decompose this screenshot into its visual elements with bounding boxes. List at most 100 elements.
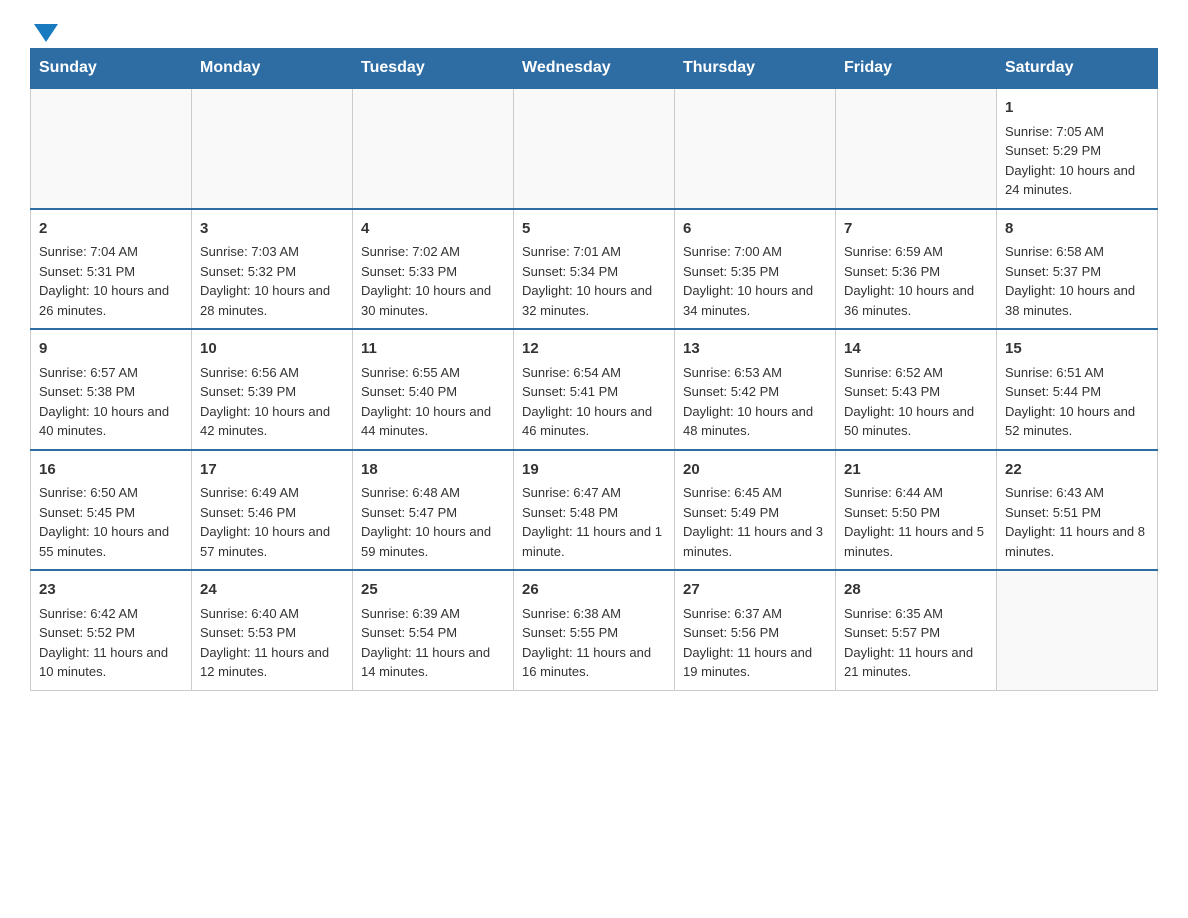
calendar-cell: 18Sunrise: 6:48 AMSunset: 5:47 PMDayligh…: [353, 450, 514, 571]
sunset-text: Sunset: 5:42 PM: [683, 384, 779, 399]
daylight-text: Daylight: 10 hours and 24 minutes.: [1005, 163, 1135, 198]
day-number: 23: [39, 579, 183, 602]
sunrise-text: Sunrise: 6:59 AM: [844, 244, 943, 259]
logo: [30, 20, 58, 38]
sunrise-text: Sunrise: 6:50 AM: [39, 485, 138, 500]
calendar-cell: 19 Sunrise: 6:47 AM Sunset: 5:48 PM Dayligh…: [514, 450, 675, 571]
sunrise-text: Sunrise: 6:48 AM: [361, 485, 460, 500]
sunrise-text: Sunrise: 6:42 AM: [39, 606, 138, 621]
sunset-text: Sunset: 5:44 PM: [1005, 384, 1101, 399]
calendar-cell: 5Sunrise: 7:01 AMSunset: 5:34 PMDaylight…: [514, 209, 675, 330]
calendar-week-2: 2Sunrise: 7:04 AMSunset: 5:31 PMDaylight…: [31, 209, 1158, 330]
day-number: 13: [683, 338, 827, 361]
sunset-text: Sunset: 5:43 PM: [844, 384, 940, 399]
sunset-text: Sunset: 5:54 PM: [361, 625, 457, 640]
sunrise-text: Sunrise: 7:01 AM: [522, 244, 621, 259]
calendar-cell: 2Sunrise: 7:04 AMSunset: 5:31 PMDaylight…: [31, 209, 192, 330]
daylight-text: Daylight: 10 hours and 44 minutes.: [361, 404, 491, 439]
daylight-text: Daylight: 11 hours and 19 minutes.: [683, 645, 812, 680]
calendar-cell: 26 Sunrise: 6:38 AM Sunset: 5:55 PM Dayligh…: [514, 570, 675, 690]
day-number: 24: [200, 579, 344, 602]
sunset-text: Sunset: 5:52 PM: [39, 625, 135, 640]
calendar-body: 1Sunrise: 7:05 AMSunset: 5:29 PMDaylight…: [31, 88, 1158, 690]
sunset-text: Sunset: 5:29 PM: [1005, 143, 1101, 158]
sunrise-text: Sunrise: 6:57 AM: [39, 365, 138, 380]
day-number: 8: [1005, 218, 1149, 241]
calendar-cell: 27Sunrise: 6:37 AMSunset: 5:56 PMDayligh…: [675, 570, 836, 690]
calendar-cell: 3Sunrise: 7:03 AMSunset: 5:32 PMDaylight…: [192, 209, 353, 330]
sunset-text: Sunset: 5:41 PM: [522, 384, 618, 399]
daylight-text: Daylight: 11 hours and 10 minutes.: [39, 645, 168, 680]
sunset-text: Sunset: 5:35 PM: [683, 264, 779, 279]
sunset-text: Sunset: 5:38 PM: [39, 384, 135, 399]
sunrise-text: Sunrise: 7:03 AM: [200, 244, 299, 259]
day-number: 5: [522, 218, 666, 241]
sunrise-text: Sunrise: 6:39 AM: [361, 606, 460, 621]
sunset-text: Sunset: 5:47 PM: [361, 505, 457, 520]
day-number: 11: [361, 338, 505, 361]
sunrise-text: Sunrise: 6:51 AM: [1005, 365, 1104, 380]
day-number: 26: [522, 579, 666, 602]
day-number: 15: [1005, 338, 1149, 361]
daylight-text: Daylight: 11 hours and 1 minute.: [522, 524, 662, 559]
calendar-cell: 22Sunrise: 6:43 AMSunset: 5:51 PMDayligh…: [997, 450, 1158, 571]
sunrise-text: Sunrise: 6:40 AM: [200, 606, 299, 621]
sunrise-text: Sunrise: 6:55 AM: [361, 365, 460, 380]
calendar-cell: [836, 88, 997, 209]
daylight-text: Daylight: 11 hours and 21 minutes.: [844, 645, 973, 680]
daylight-text: Daylight: 10 hours and 36 minutes.: [844, 283, 974, 318]
sunrise-text: Sunrise: 7:02 AM: [361, 244, 460, 259]
sunrise-text: Sunrise: 6:38 AM: [522, 606, 621, 621]
daylight-text: Daylight: 11 hours and 14 minutes.: [361, 645, 490, 680]
page-header: [30, 20, 1158, 38]
calendar-cell: 12Sunrise: 6:54 AMSunset: 5:41 PMDayligh…: [514, 329, 675, 450]
calendar-week-5: 23 Sunrise: 6:42 AM Sunset: 5:52 PM Dayligh…: [31, 570, 1158, 690]
day-number: 22: [1005, 459, 1149, 482]
sunset-text: Sunset: 5:55 PM: [522, 625, 618, 640]
weekday-header-tuesday: Tuesday: [353, 49, 514, 89]
daylight-text: Daylight: 10 hours and 26 minutes.: [39, 283, 169, 318]
day-number: 14: [844, 338, 988, 361]
sunset-text: Sunset: 5:33 PM: [361, 264, 457, 279]
sunrise-text: Sunrise: 6:54 AM: [522, 365, 621, 380]
sunset-text: Sunset: 5:45 PM: [39, 505, 135, 520]
sunset-text: Sunset: 5:36 PM: [844, 264, 940, 279]
daylight-text: Daylight: 10 hours and 50 minutes.: [844, 404, 974, 439]
calendar-cell: 23 Sunrise: 6:42 AM Sunset: 5:52 PM Dayligh…: [31, 570, 192, 690]
calendar-cell: 8Sunrise: 6:58 AMSunset: 5:37 PMDaylight…: [997, 209, 1158, 330]
calendar-cell: [997, 570, 1158, 690]
day-number: 2: [39, 218, 183, 241]
calendar-cell: 14 Sunrise: 6:52 AM Sunset: 5:43 PM Dayligh…: [836, 329, 997, 450]
sunrise-text: Sunrise: 6:49 AM: [200, 485, 299, 500]
calendar-week-1: 1Sunrise: 7:05 AMSunset: 5:29 PMDaylight…: [31, 88, 1158, 209]
sunset-text: Sunset: 5:46 PM: [200, 505, 296, 520]
day-number: 27: [683, 579, 827, 602]
sunset-text: Sunset: 5:57 PM: [844, 625, 940, 640]
weekday-header-friday: Friday: [836, 49, 997, 89]
weekday-row: SundayMondayTuesdayWednesdayThursdayFrid…: [31, 49, 1158, 89]
weekday-header-thursday: Thursday: [675, 49, 836, 89]
day-number: 3: [200, 218, 344, 241]
daylight-text: Daylight: 11 hours and 16 minutes.: [522, 645, 651, 680]
day-number: 9: [39, 338, 183, 361]
day-number: 1: [1005, 97, 1149, 120]
sunrise-text: Sunrise: 6:47 AM: [522, 485, 621, 500]
day-number: 7: [844, 218, 988, 241]
sunrise-text: Sunrise: 6:52 AM: [844, 365, 943, 380]
sunset-text: Sunset: 5:31 PM: [39, 264, 135, 279]
sunset-text: Sunset: 5:50 PM: [844, 505, 940, 520]
daylight-text: Daylight: 10 hours and 38 minutes.: [1005, 283, 1135, 318]
logo-top: [30, 20, 58, 42]
calendar-cell: 15Sunrise: 6:51 AMSunset: 5:44 PMDayligh…: [997, 329, 1158, 450]
calendar-cell: 13Sunrise: 6:53 AMSunset: 5:42 PMDayligh…: [675, 329, 836, 450]
day-number: 12: [522, 338, 666, 361]
sunset-text: Sunset: 5:34 PM: [522, 264, 618, 279]
calendar-cell: 20Sunrise: 6:45 AMSunset: 5:49 PMDayligh…: [675, 450, 836, 571]
sunrise-text: Sunrise: 7:00 AM: [683, 244, 782, 259]
calendar-cell: 11Sunrise: 6:55 AMSunset: 5:40 PMDayligh…: [353, 329, 514, 450]
sunset-text: Sunset: 5:48 PM: [522, 505, 618, 520]
day-number: 4: [361, 218, 505, 241]
day-number: 20: [683, 459, 827, 482]
calendar-table: SundayMondayTuesdayWednesdayThursdayFrid…: [30, 48, 1158, 691]
day-number: 19: [522, 459, 666, 482]
